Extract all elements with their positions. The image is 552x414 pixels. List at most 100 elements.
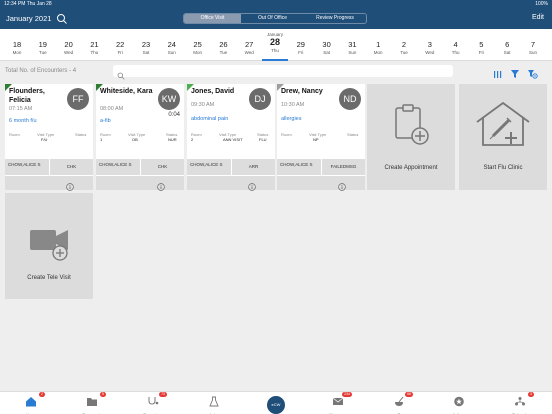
tab-erx[interactable]: 66eRx: [379, 392, 419, 414]
date-1-mon[interactable]: 1 Mon: [365, 29, 391, 61]
date-6-sat[interactable]: 6 Sat: [494, 29, 520, 61]
columns-view-icon[interactable]: [493, 66, 502, 84]
avatar: FF: [67, 88, 89, 110]
day-of-week: Wed: [425, 50, 435, 55]
date-number: 31: [348, 40, 357, 49]
wait-duration: 0:04: [168, 112, 180, 118]
create-tele-visit-tile[interactable]: Create Tele Visit: [5, 193, 93, 299]
create-appointment-tile[interactable]: Create Appointment: [367, 84, 455, 190]
search-input[interactable]: [113, 65, 453, 80]
filter-settings-icon[interactable]: [527, 66, 538, 84]
divider: [277, 175, 365, 176]
edit-button[interactable]: Edit: [532, 14, 544, 21]
date-number: 18: [12, 40, 22, 49]
date-number: 1: [376, 40, 381, 49]
date-29-fri[interactable]: 29 Fri: [288, 29, 314, 61]
flask-icon: [208, 394, 220, 407]
ecw-home-button[interactable]: eCW: [265, 394, 287, 414]
star-icon: [453, 394, 465, 407]
visit-type-value: ANN VISIT: [223, 137, 243, 142]
status-badge[interactable]: CHK: [140, 159, 184, 175]
day-of-week: Sun: [167, 50, 176, 55]
info-icon[interactable]: [338, 178, 346, 191]
filter-icon[interactable]: [510, 66, 520, 84]
divider: [96, 175, 184, 176]
house-syringe-icon: [473, 100, 533, 153]
day-of-week: Sat: [142, 50, 150, 55]
date-number: 3: [427, 40, 432, 49]
date-18-mon[interactable]: 18 Mon: [4, 29, 30, 61]
day-of-week: Mon: [193, 50, 202, 55]
date-22-fri[interactable]: 22 Fri: [107, 29, 133, 61]
tab-labs[interactable]: Labs: [194, 394, 234, 414]
date-7-sun[interactable]: 7 Sun: [520, 29, 546, 61]
tab-actions[interactable]: Actions: [439, 394, 479, 414]
card-footer: CHOW,ALICE S ARR: [187, 159, 275, 191]
count-badge: 73: [159, 392, 167, 397]
visit-type-value: OB: [132, 137, 138, 142]
status-badge[interactable]: ARR: [231, 159, 275, 175]
date-4-thu[interactable]: 4 Thu: [443, 29, 469, 61]
date-21-thu[interactable]: 21 Thu: [81, 29, 107, 61]
encounter-card[interactable]: Drew, Nancy 10:30 AM ND allergies Room Visit …: [277, 84, 365, 191]
create-appointment-label: Create Appointment: [384, 165, 438, 171]
date-26-tue[interactable]: 26 Tue: [210, 29, 236, 61]
date-23-sat[interactable]: 23 Sat: [133, 29, 159, 61]
date-number: 28: [269, 37, 280, 47]
status-badge[interactable]: CHK: [49, 159, 93, 175]
status-header: Status: [75, 132, 87, 137]
date-strip: 18 Mon 19 Tue 20 Wed 21 Thu 22 Fri 23 Sat 24 Sun 25 Mon…: [0, 29, 552, 61]
date-3-wed[interactable]: 3 Wed: [417, 29, 443, 61]
status-badge[interactable]: FAILEDMSG: [321, 159, 365, 175]
date-5-fri[interactable]: 5 Fri: [468, 29, 494, 61]
date-30-sat[interactable]: 30 Sat: [314, 29, 340, 61]
tab-messages[interactable]: 234Messages: [318, 392, 358, 414]
date-20-wed[interactable]: 20 Wed: [56, 29, 82, 61]
tab-encounters[interactable]: 73Encounters: [133, 392, 173, 414]
encounter-card[interactable]: Jones, David 09:30 AM DJ abdominal pain Room…: [187, 84, 275, 191]
tab-out-of-office[interactable]: Out Of Office: [241, 14, 304, 23]
info-icon[interactable]: [66, 178, 74, 191]
tab-documents[interactable]: 5Documents: [72, 392, 112, 414]
date-number: 2: [401, 40, 407, 49]
day-of-week: Thu: [451, 50, 460, 55]
encounter-card[interactable]: Whiteside, Kara 08:00 AM KW 0:04 a-fib Room Vi…: [96, 84, 184, 191]
encounter-card[interactable]: Flounders, Felicia 07:15 AM FF 6 month f/u R…: [5, 84, 93, 191]
day-of-week: Thu: [90, 50, 99, 55]
start-flu-clinic-tile[interactable]: Start Flu Clinic: [459, 84, 547, 190]
count-badge: 3: [528, 392, 534, 397]
date-number: 19: [38, 40, 47, 49]
tab-office-visit[interactable]: Office Visit: [184, 14, 241, 23]
status-header: Status: [347, 132, 359, 137]
visit-type-segmented-control: Office Visit Out Of Office Review Progre…: [183, 13, 367, 24]
visit-reason: 6 month f/u: [9, 118, 37, 124]
tab-review-progress-note[interactable]: Review Progress Note: [304, 14, 366, 23]
tab-referrals[interactable]: 3Referrals: [500, 392, 540, 414]
date-25-mon[interactable]: 25 Mon: [185, 29, 211, 61]
date-19-tue[interactable]: 19 Tue: [30, 29, 56, 61]
date-28-thu[interactable]: January 28 Thu: [262, 29, 288, 61]
status-code-value: NUR: [168, 137, 177, 142]
date-2-tue[interactable]: 2 Tue: [391, 29, 417, 61]
clipboard-add-icon: [392, 104, 432, 151]
divider: [187, 175, 275, 176]
date-27-wed[interactable]: 27 Wed: [236, 29, 262, 61]
room-header: Room: [281, 132, 292, 137]
appointment-time: 10:30 AM: [281, 102, 305, 108]
appointment-time: 08:00 AM: [100, 106, 124, 112]
month-title[interactable]: January 2021: [6, 14, 51, 23]
date-number: 24: [167, 40, 176, 49]
tab-home[interactable]: 2Home: [11, 392, 51, 414]
appointment-time: 09:30 AM: [191, 102, 215, 108]
date-24-sun[interactable]: 24 Sun: [159, 29, 185, 61]
visit-type-value: NP: [313, 137, 319, 142]
rx-icon: 66: [393, 392, 413, 406]
date-31-sun[interactable]: 31 Sun: [339, 29, 365, 61]
search-icon: [117, 67, 125, 80]
mail-icon: 234: [332, 392, 352, 405]
visit-reason: a-fib: [100, 118, 111, 124]
info-icon[interactable]: [248, 178, 256, 191]
zoom-search-icon[interactable]: [56, 12, 68, 24]
info-icon[interactable]: [157, 178, 165, 191]
day-of-week: Mon: [12, 50, 22, 55]
